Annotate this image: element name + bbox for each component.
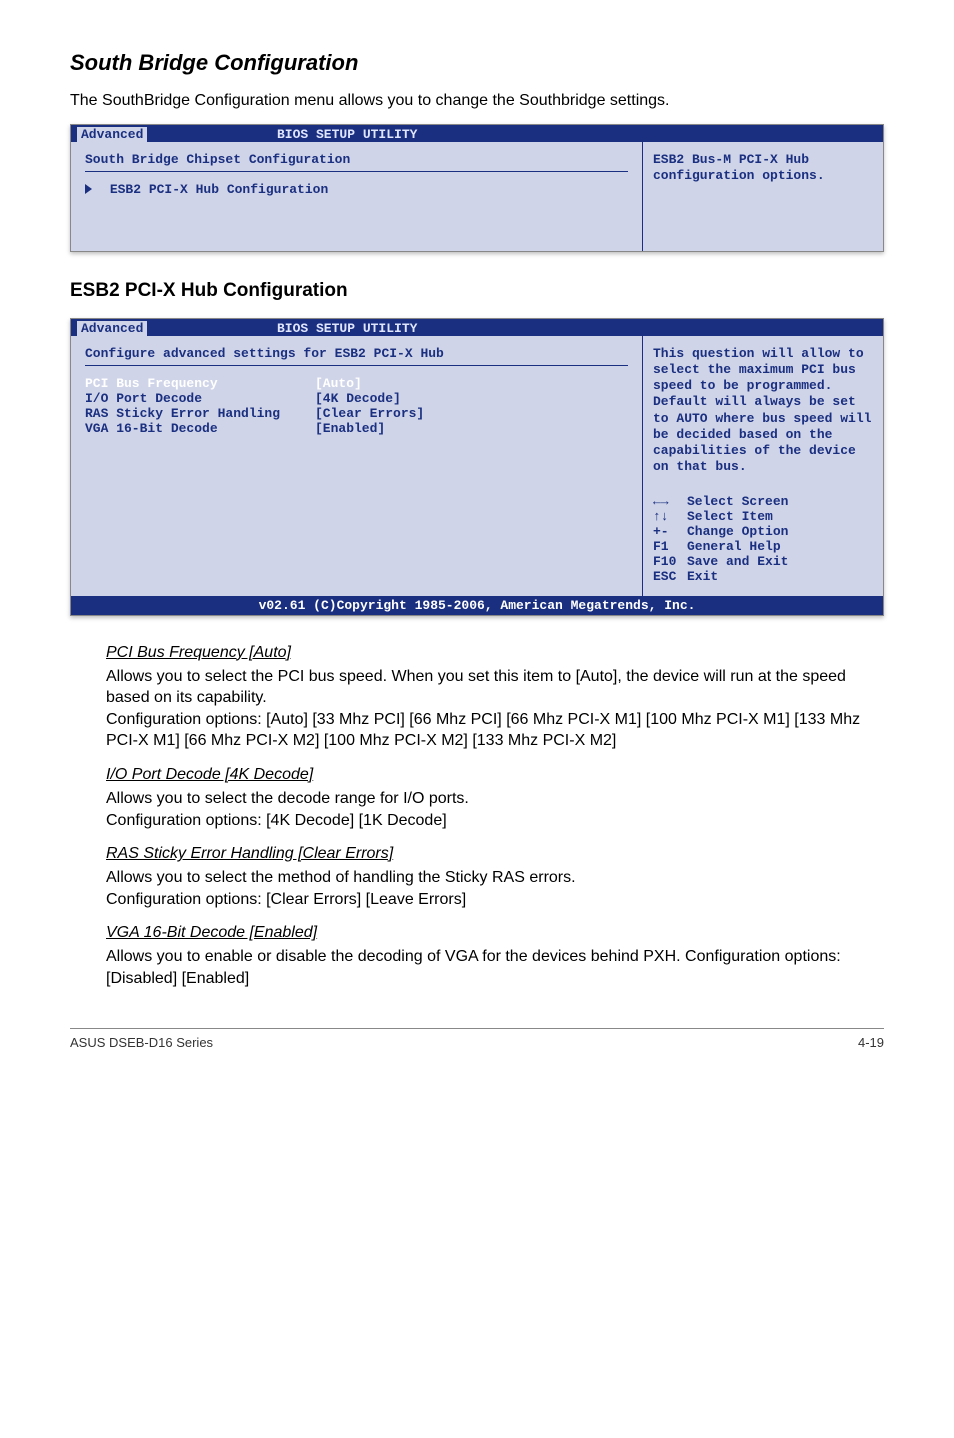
bios-titlebar: Advanced BIOS SETUP UTILITY xyxy=(71,125,883,142)
item-body: Allows you to select the method of handl… xyxy=(106,867,884,910)
key-desc: Change Option xyxy=(687,524,788,539)
section-heading: South Bridge Configuration xyxy=(70,50,884,76)
item-body: Allows you to select the decode range fo… xyxy=(106,788,884,831)
key: F10 xyxy=(653,554,687,569)
item-ras: RAS Sticky Error Handling [Clear Errors]… xyxy=(70,845,884,910)
divider xyxy=(85,171,628,172)
divider xyxy=(85,365,628,366)
bios-title: BIOS SETUP UTILITY xyxy=(177,321,877,336)
bios-help-text: ESB2 Bus-M PCI-X Hub configuration optio… xyxy=(653,152,873,185)
key: +- xyxy=(653,524,687,539)
item-title: RAS Sticky Error Handling [Clear Errors] xyxy=(106,845,884,863)
key: ↑↓ xyxy=(653,509,687,524)
bios-left-header: Configure advanced settings for ESB2 PCI… xyxy=(85,346,628,361)
item-pci: PCI Bus Frequency [Auto] Allows you to s… xyxy=(70,644,884,752)
item-title: PCI Bus Frequency [Auto] xyxy=(106,644,884,662)
item-io: I/O Port Decode [4K Decode] Allows you t… xyxy=(70,766,884,831)
bios-titlebar: Advanced BIOS SETUP UTILITY xyxy=(71,319,883,336)
bios-tab: Advanced xyxy=(77,321,147,336)
key: ←→ xyxy=(653,494,687,509)
setting-row: VGA 16-Bit Decode [Enabled] xyxy=(85,421,628,436)
key-desc: Select Item xyxy=(687,509,773,524)
setting-row: PCI Bus Frequency [Auto] xyxy=(85,376,628,391)
setting-label: VGA 16-Bit Decode xyxy=(85,421,315,436)
bios-title: BIOS SETUP UTILITY xyxy=(177,127,877,142)
key: F1 xyxy=(653,539,687,554)
setting-row: I/O Port Decode [4K Decode] xyxy=(85,391,628,406)
footer-left: ASUS DSEB-D16 Series xyxy=(70,1035,213,1050)
setting-value: [Enabled] xyxy=(315,421,385,436)
setting-value: [Clear Errors] xyxy=(315,406,424,421)
bios-key-legend: ←→Select Screen ↑↓Select Item +-Change O… xyxy=(653,494,873,584)
bios-submenu-label: ESB2 PCI-X Hub Configuration xyxy=(110,182,328,197)
key-desc: Save and Exit xyxy=(687,554,788,569)
setting-label: I/O Port Decode xyxy=(85,391,315,406)
item-vga: VGA 16-Bit Decode [Enabled] Allows you t… xyxy=(70,924,884,989)
setting-row: RAS Sticky Error Handling [Clear Errors] xyxy=(85,406,628,421)
bios-screen-southbridge: Advanced BIOS SETUP UTILITY South Bridge… xyxy=(70,124,884,252)
setting-value: [Auto] xyxy=(315,376,362,391)
key-desc: General Help xyxy=(687,539,781,554)
bios-help-pane: This question will allow to select the m… xyxy=(643,336,883,596)
key-desc: Select Screen xyxy=(687,494,788,509)
item-body: Allows you to enable or disable the deco… xyxy=(106,946,884,989)
setting-label: RAS Sticky Error Handling xyxy=(85,406,315,421)
key: ESC xyxy=(653,569,687,584)
bios-left-pane: Configure advanced settings for ESB2 PCI… xyxy=(71,336,643,596)
item-title: I/O Port Decode [4K Decode] xyxy=(106,766,884,784)
key-desc: Exit xyxy=(687,569,718,584)
subsection-heading: ESB2 PCI-X Hub Configuration xyxy=(70,280,884,302)
setting-label: PCI Bus Frequency xyxy=(85,376,315,391)
footer-right: 4-19 xyxy=(858,1035,884,1050)
bios-footer: v02.61 (C)Copyright 1985-2006, American … xyxy=(71,596,883,615)
bios-submenu-row: ESB2 PCI-X Hub Configuration xyxy=(85,182,628,197)
bios-left-pane: South Bridge Chipset Configuration ESB2 … xyxy=(71,142,643,251)
setting-value: [4K Decode] xyxy=(315,391,401,406)
item-title: VGA 16-Bit Decode [Enabled] xyxy=(106,924,884,942)
page-footer: ASUS DSEB-D16 Series 4-19 xyxy=(70,1028,884,1050)
bios-help-pane: ESB2 Bus-M PCI-X Hub configuration optio… xyxy=(643,142,883,251)
submenu-arrow-icon xyxy=(85,184,92,194)
bios-screen-esb2: Advanced BIOS SETUP UTILITY Configure ad… xyxy=(70,318,884,616)
bios-help-text: This question will allow to select the m… xyxy=(653,346,873,476)
section-intro: The SouthBridge Configuration menu allow… xyxy=(70,90,884,112)
item-body: Allows you to select the PCI bus speed. … xyxy=(106,666,884,752)
bios-tab: Advanced xyxy=(77,127,147,142)
bios-left-header: South Bridge Chipset Configuration xyxy=(85,152,628,167)
